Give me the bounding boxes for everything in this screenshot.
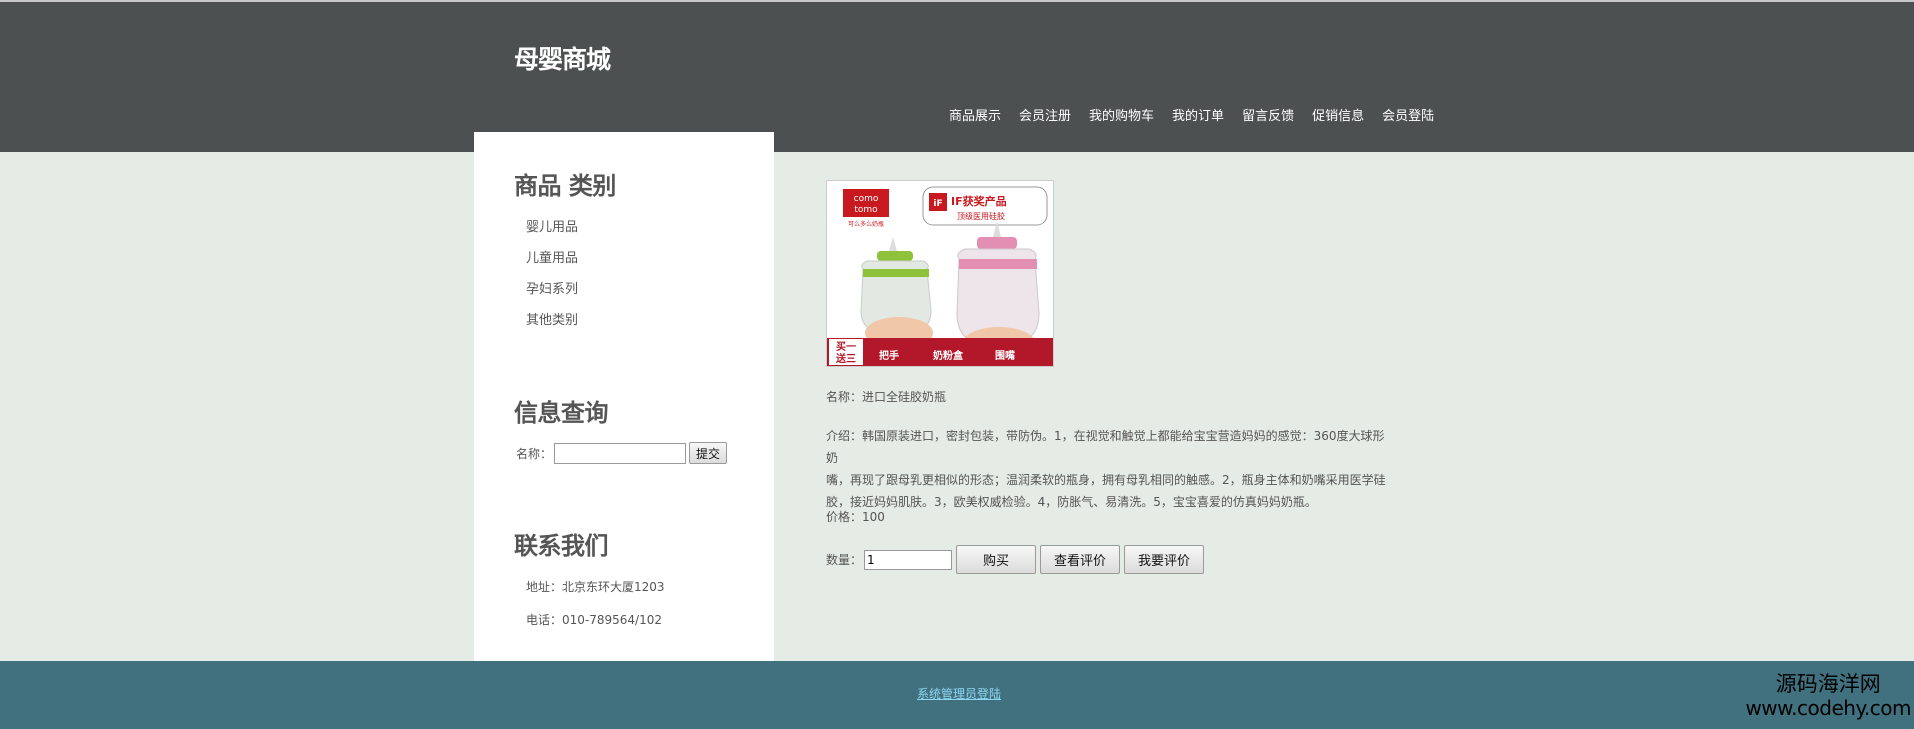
product-price: 价格：100 bbox=[826, 510, 885, 524]
category-list: 婴儿用品 儿童用品 孕妇系列 其他类别 bbox=[526, 216, 578, 340]
gift-3: 围嘴 bbox=[995, 349, 1015, 362]
buy-button[interactable]: 购买 bbox=[956, 545, 1037, 574]
nav-products[interactable]: 商品展示 bbox=[949, 105, 1001, 124]
product-description: 介绍：韩国原装进口，密封包装，带防伪。1，在视觉和触觉上都能给宝宝营造妈妈的感觉… bbox=[826, 425, 1396, 513]
category-item-maternity[interactable]: 孕妇系列 bbox=[526, 278, 578, 309]
product-description-line: 介绍：韩国原装进口，密封包装，带防伪。1，在视觉和触觉上都能给宝宝营造妈妈的感觉… bbox=[826, 429, 1385, 465]
nav-login[interactable]: 会员登陆 bbox=[1382, 105, 1434, 124]
watermark-line1: 源码海洋网 bbox=[1775, 672, 1881, 696]
product-image: como tomo 可么多么奶瓶 iF IF获奖产品 顶级医用硅胶 买一 送三 … bbox=[826, 180, 1054, 367]
nav-orders[interactable]: 我的订单 bbox=[1172, 105, 1224, 124]
contact-heading: 联系我们 bbox=[514, 532, 609, 560]
brand-sub: 可么多么奶瓶 bbox=[848, 220, 884, 228]
gift-1: 把手 bbox=[879, 349, 899, 362]
promo-line2: 送三 bbox=[835, 352, 856, 365]
search-input[interactable] bbox=[554, 442, 687, 464]
brand-line2: tomo bbox=[854, 205, 878, 215]
nav-promotions[interactable]: 促销信息 bbox=[1312, 105, 1364, 124]
search-heading: 信息查询 bbox=[514, 399, 609, 427]
quantity-input[interactable] bbox=[864, 549, 953, 570]
category-item-other[interactable]: 其他类别 bbox=[526, 309, 578, 340]
promo-line1: 买一 bbox=[836, 341, 856, 353]
baby-bottle-illustration: como tomo 可么多么奶瓶 iF IF获奖产品 顶级医用硅胶 买一 送三 … bbox=[827, 181, 1053, 366]
watermark-line2: www.codehy.com bbox=[1745, 696, 1911, 720]
product-description-line: 嘴，再现了跟母乳更相似的形态；温润柔软的瓶身，拥有母乳相同的触感。2，瓶身主体和… bbox=[826, 473, 1386, 487]
sidebar: 商品 类别 婴儿用品 儿童用品 孕妇系列 其他类别 信息查询 名称： 提交 联系… bbox=[474, 132, 774, 661]
search-label: 名称： bbox=[516, 446, 553, 461]
category-heading: 商品 类别 bbox=[514, 172, 616, 200]
contact-phone: 电话：010-789564/102 bbox=[526, 613, 662, 627]
award-text: IF获奖产品 bbox=[951, 194, 1007, 208]
category-item-baby[interactable]: 婴儿用品 bbox=[526, 216, 578, 247]
nav-feedback[interactable]: 留言反馈 bbox=[1242, 105, 1294, 124]
quantity-label: 数量： bbox=[826, 553, 863, 567]
site-footer: 系统管理员登陆 bbox=[0, 661, 1914, 729]
contact-address: 地址：北京东环大厦1203 bbox=[526, 580, 665, 594]
search-submit-button[interactable]: 提交 bbox=[689, 442, 728, 464]
main-nav: 商品展示 会员注册 我的购物车 我的订单 留言反馈 促销信息 会员登陆 bbox=[949, 105, 1434, 124]
nav-cart[interactable]: 我的购物车 bbox=[1089, 105, 1154, 124]
award-sub: 顶级医用硅胶 bbox=[957, 211, 1005, 221]
product-name: 名称：进口全硅胶奶瓶 bbox=[826, 390, 947, 404]
gift-2: 奶粉盒 bbox=[933, 349, 964, 362]
view-reviews-button[interactable]: 查看评价 bbox=[1040, 545, 1121, 574]
product-description-line: 胶，接近妈妈肌肤。3，欧美权威检验。4，防胀气、易清洗。5，宝宝喜爱的仿真妈妈奶… bbox=[826, 495, 1317, 509]
product-detail: como tomo 可么多么奶瓶 iF IF获奖产品 顶级医用硅胶 买一 送三 … bbox=[826, 180, 1396, 574]
site-title: 母婴商城 bbox=[514, 45, 611, 74]
purchase-row: 数量： 购买 查看评价 我要评价 bbox=[826, 545, 1205, 574]
site-header: 母婴商城 商品展示 会员注册 我的购物车 我的订单 留言反馈 促销信息 会员登陆 bbox=[0, 0, 1914, 152]
watermark: 源码海洋网 www.codehy.com bbox=[1745, 672, 1911, 720]
category-item-kids[interactable]: 儿童用品 bbox=[526, 247, 578, 278]
search-form: 名称： 提交 bbox=[516, 442, 728, 464]
svg-text:iF: iF bbox=[933, 199, 942, 209]
brand-line1: como bbox=[854, 194, 879, 204]
nav-register[interactable]: 会员注册 bbox=[1019, 105, 1071, 124]
write-review-button[interactable]: 我要评价 bbox=[1124, 545, 1205, 574]
admin-login-link[interactable]: 系统管理员登陆 bbox=[917, 685, 1001, 702]
